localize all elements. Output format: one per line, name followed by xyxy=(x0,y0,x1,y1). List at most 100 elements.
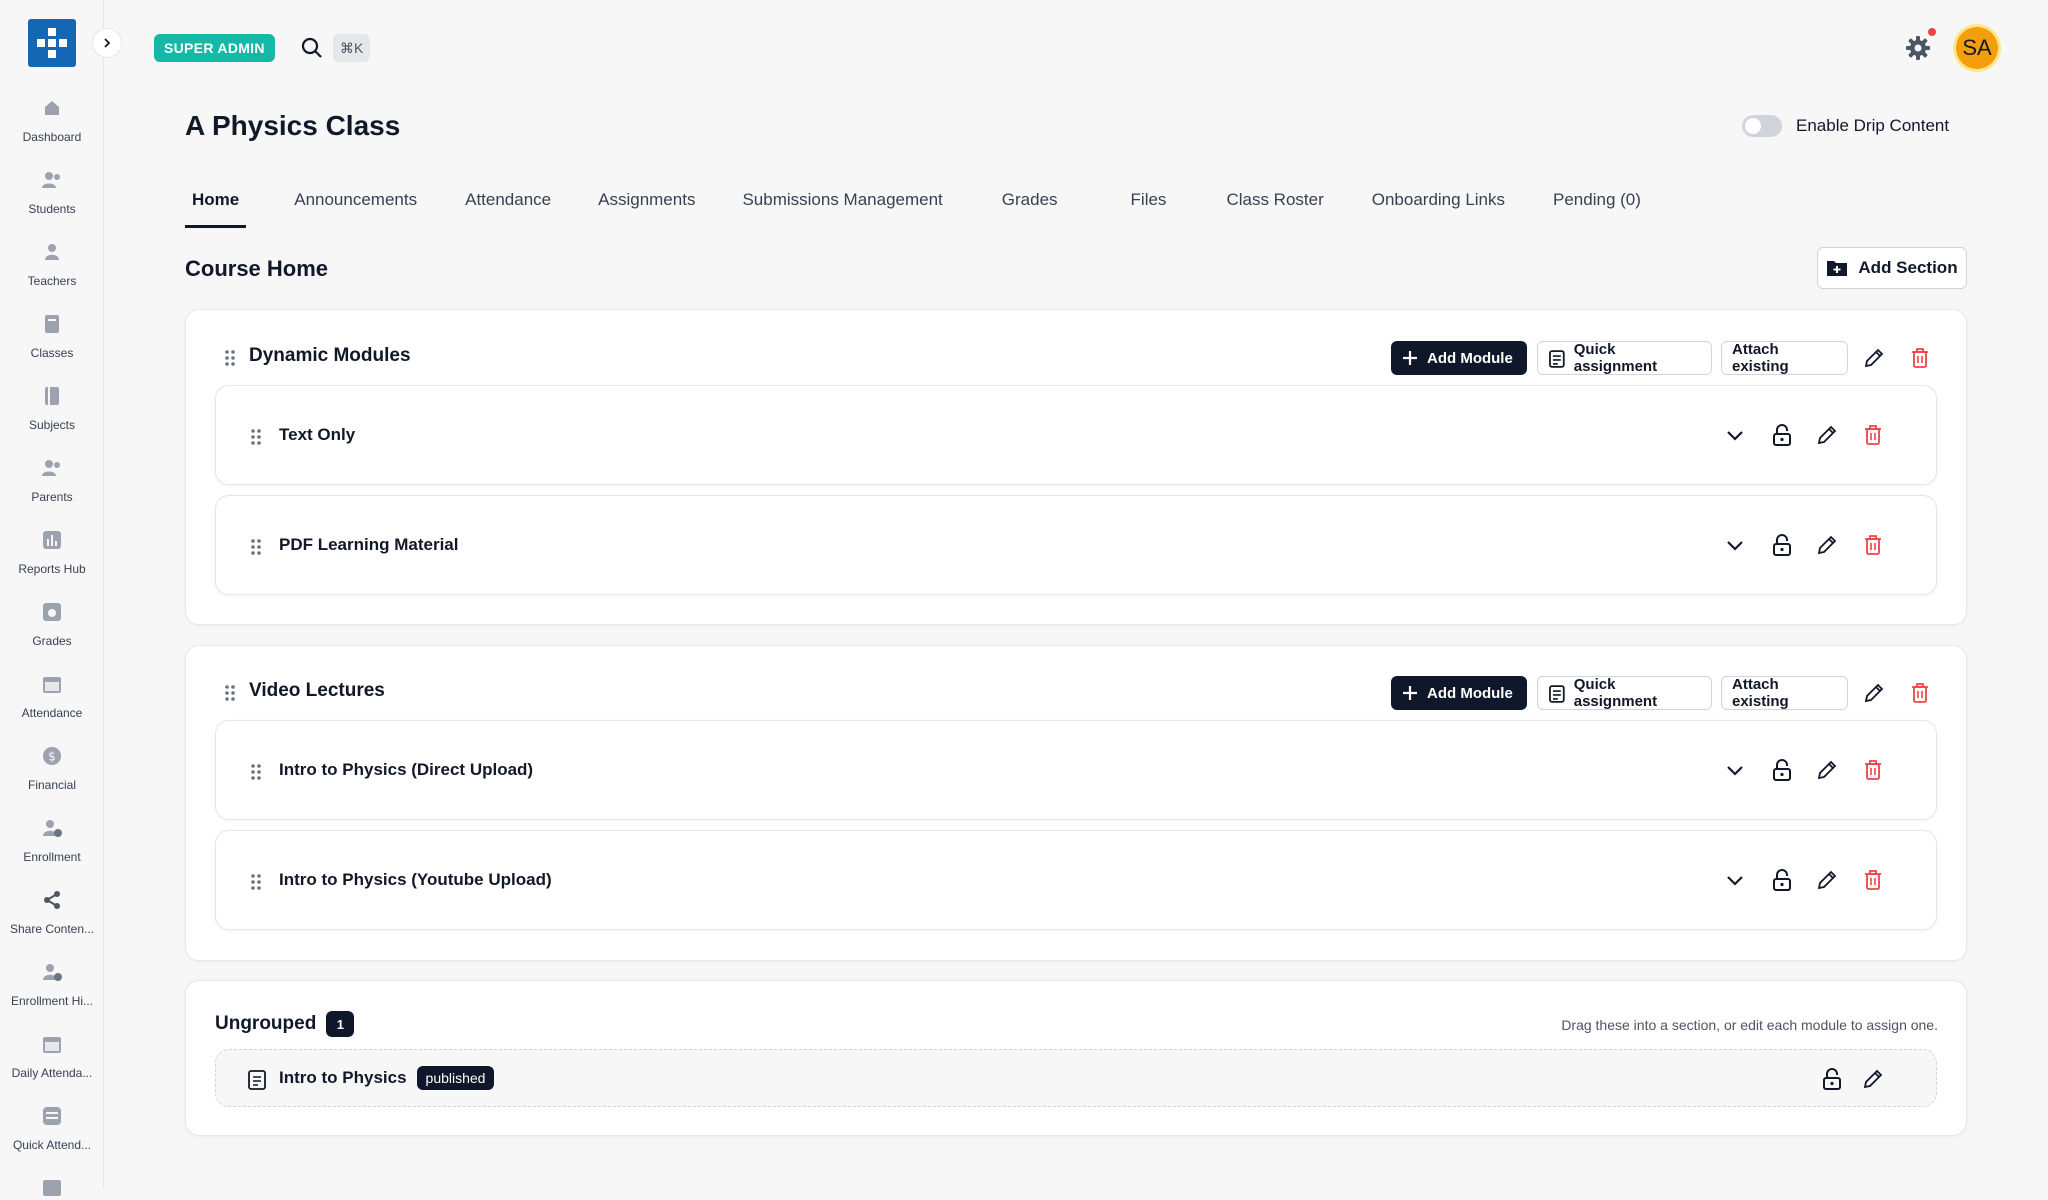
user-plus-icon xyxy=(40,816,64,840)
tab-onboarding-links[interactable]: Onboarding Links xyxy=(1365,180,1512,228)
attach-existing-button[interactable]: Attach existing xyxy=(1721,341,1848,375)
tab-class-roster[interactable]: Class Roster xyxy=(1219,180,1330,228)
user-history-icon xyxy=(40,960,64,984)
share-icon xyxy=(40,888,64,912)
avatar[interactable]: SA xyxy=(1956,27,1998,69)
delete-section-icon[interactable] xyxy=(1908,346,1932,370)
sidebar-item-label: Enrollment xyxy=(23,850,81,864)
bar-chart-icon xyxy=(40,528,64,552)
chevron-down-icon[interactable] xyxy=(1723,869,1747,893)
sidebar-item-label: Classes xyxy=(30,346,74,360)
sidebar-item-grades[interactable]: Grades xyxy=(0,600,104,648)
lock-icon[interactable] xyxy=(1770,533,1794,557)
lock-icon[interactable] xyxy=(1770,423,1794,447)
sidebar-item-students[interactable]: Students xyxy=(0,168,104,216)
edit-module-icon[interactable] xyxy=(1815,423,1839,447)
ungrouped-title: Ungrouped xyxy=(215,1013,317,1034)
sidebar-item-label: Reports Hub xyxy=(18,562,86,576)
tab-files[interactable]: Files xyxy=(1124,180,1174,228)
folder-plus-icon xyxy=(1827,261,1848,276)
course-home-heading: Course Home xyxy=(185,256,329,281)
module-card[interactable]: Intro to Physics (Direct Upload) xyxy=(215,720,1937,820)
sidebar-item-parents[interactable]: Parents xyxy=(0,456,104,504)
tab-grades[interactable]: Grades xyxy=(995,180,1065,228)
sidebar-item-attendance[interactable]: Attendance xyxy=(0,672,104,720)
chevron-down-icon[interactable] xyxy=(1723,424,1747,448)
sidebar-item-enrollment[interactable]: Enrollment xyxy=(0,816,104,864)
sidebar-item-enrollment-history[interactable]: Enrollment Hi... xyxy=(0,960,104,1008)
delete-module-icon[interactable] xyxy=(1861,758,1885,782)
drag-handle-icon[interactable] xyxy=(224,684,236,707)
tab-assignments[interactable]: Assignments xyxy=(591,180,702,228)
attach-existing-button[interactable]: Attach existing xyxy=(1721,676,1848,710)
lock-icon[interactable] xyxy=(1770,868,1794,892)
sidebar-item-teachers[interactable]: Teachers xyxy=(0,240,104,288)
tab-announcements[interactable]: Announcements xyxy=(287,180,424,228)
dollar-icon: $ xyxy=(40,744,64,768)
drip-content-toggle[interactable] xyxy=(1742,115,1782,137)
clipboard-icon xyxy=(1549,685,1565,703)
search-shortcut[interactable]: ⌘K xyxy=(333,34,371,62)
sidebar-item-share-content[interactable]: Share Conten... xyxy=(0,888,104,936)
edit-module-icon[interactable] xyxy=(1815,758,1839,782)
tab-home[interactable]: Home xyxy=(185,180,247,228)
edit-section-icon[interactable] xyxy=(1862,346,1886,370)
users-icon xyxy=(40,168,64,192)
section-video-lectures: Video Lectures Add Module Quick assignme… xyxy=(185,645,1967,961)
search-icon[interactable] xyxy=(300,36,324,65)
sidebar-item-label: Financial xyxy=(27,778,77,792)
delete-section-icon[interactable] xyxy=(1908,681,1932,705)
drag-handle-icon[interactable] xyxy=(250,763,262,786)
sidebar-item-more[interactable] xyxy=(0,1176,104,1200)
users-icon xyxy=(40,456,64,480)
drag-handle-icon[interactable] xyxy=(250,873,262,896)
sidebar-item-dashboard[interactable]: Dashboard xyxy=(0,96,104,144)
drag-handle-icon[interactable] xyxy=(250,428,262,451)
chevron-down-icon[interactable] xyxy=(1723,759,1747,783)
sidebar-item-classes[interactable]: Classes xyxy=(0,312,104,360)
attach-existing-label: Attach existing xyxy=(1732,341,1789,375)
ungrouped-hint: Drag these into a section, or edit each … xyxy=(1561,1017,1938,1033)
sidebar-item-financial[interactable]: $ Financial xyxy=(0,744,104,792)
sidebar-item-reports-hub[interactable]: Reports Hub xyxy=(0,528,104,576)
edit-module-icon[interactable] xyxy=(1815,533,1839,557)
quick-assignment-label: Quick assignment xyxy=(1573,341,1658,375)
page-title: A Physics Class xyxy=(185,110,401,141)
delete-module-icon[interactable] xyxy=(1861,868,1885,892)
delete-module-icon[interactable] xyxy=(1861,533,1885,557)
sidebar-toggle-button[interactable] xyxy=(92,28,122,58)
app-logo[interactable] xyxy=(28,19,76,67)
clipboard-icon xyxy=(1549,350,1565,368)
module-card[interactable]: Intro to Physics (Youtube Upload) xyxy=(215,830,1937,930)
section-ungrouped: Ungrouped 1 Drag these into a section, o… xyxy=(185,980,1967,1136)
drag-handle-icon[interactable] xyxy=(250,538,262,561)
add-module-button[interactable]: Add Module xyxy=(1391,341,1527,375)
notification-dot xyxy=(1928,28,1936,36)
plus-icon xyxy=(1403,351,1417,365)
tab-attendance[interactable]: Attendance xyxy=(458,180,558,228)
module-card[interactable]: Text Only xyxy=(215,385,1937,485)
settings-button[interactable] xyxy=(1904,34,1932,67)
sidebar-item-quick-attendance[interactable]: Quick Attend... xyxy=(0,1104,104,1152)
tab-pending[interactable]: Pending (0) xyxy=(1546,180,1648,228)
chevron-down-icon[interactable] xyxy=(1723,534,1747,558)
ungrouped-module-item[interactable]: Intro to Physics published xyxy=(215,1049,1937,1107)
tab-submissions-management[interactable]: Submissions Management xyxy=(735,180,949,228)
edit-module-icon[interactable] xyxy=(1815,868,1839,892)
lock-icon[interactable] xyxy=(1770,758,1794,782)
add-module-button[interactable]: Add Module xyxy=(1391,676,1527,710)
sidebar-item-subjects[interactable]: Subjects xyxy=(0,384,104,432)
section-title: Video Lectures xyxy=(249,680,385,701)
quick-assignment-button[interactable]: Quick assignment xyxy=(1537,676,1712,710)
delete-module-icon[interactable] xyxy=(1861,423,1885,447)
add-section-button[interactable]: Add Section xyxy=(1817,247,1967,289)
module-card[interactable]: PDF Learning Material xyxy=(215,495,1937,595)
lock-icon[interactable] xyxy=(1820,1067,1844,1091)
sidebar-item-daily-attendance[interactable]: Daily Attenda... xyxy=(0,1032,104,1080)
ungrouped-header: Ungrouped 1 xyxy=(215,1011,355,1037)
plus-icon xyxy=(1403,686,1417,700)
quick-assignment-button[interactable]: Quick assignment xyxy=(1537,341,1712,375)
edit-module-icon[interactable] xyxy=(1861,1067,1885,1091)
edit-section-icon[interactable] xyxy=(1862,681,1886,705)
drag-handle-icon[interactable] xyxy=(224,349,236,372)
